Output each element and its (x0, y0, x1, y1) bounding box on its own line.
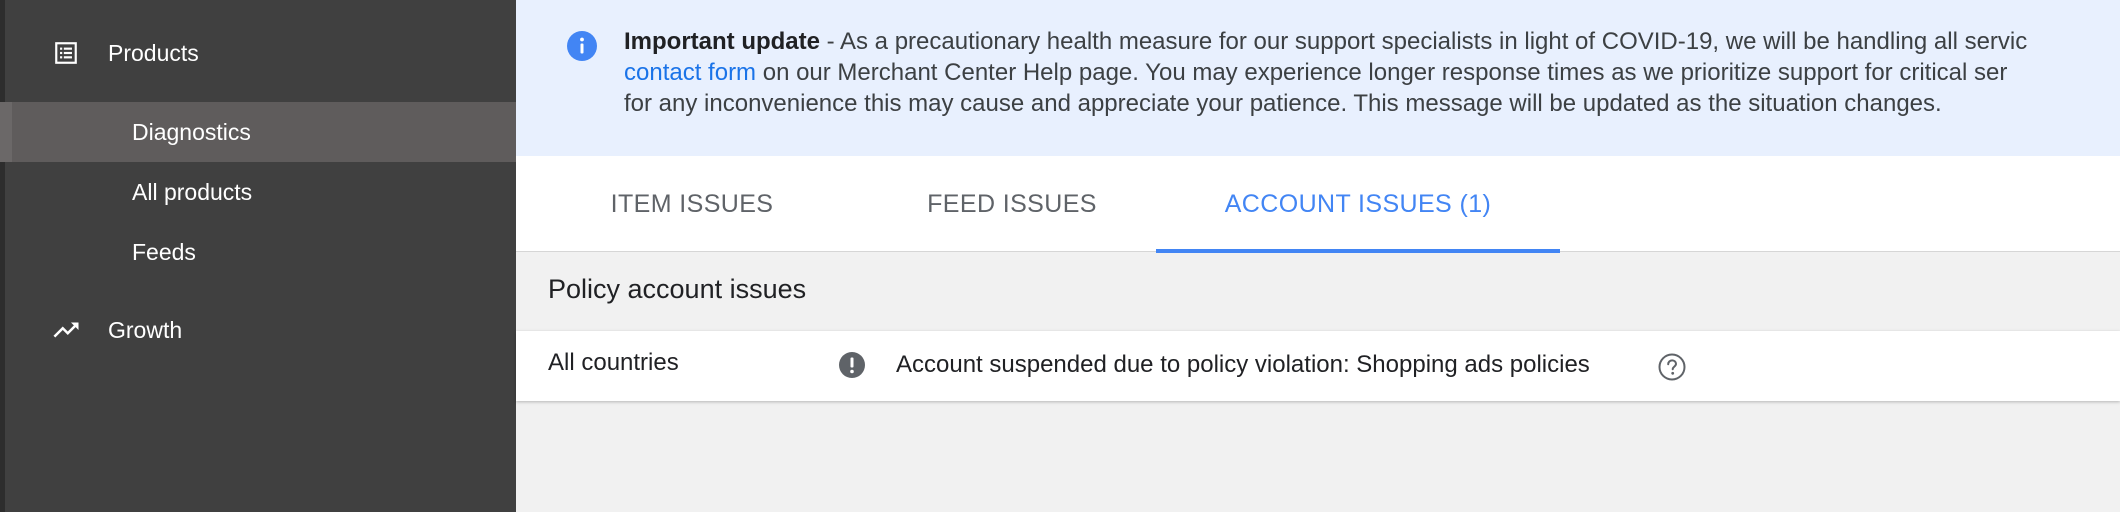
trending-up-icon (50, 314, 82, 346)
list-icon (50, 37, 82, 69)
banner-line-1: Important update - As a precautionary he… (624, 26, 2120, 57)
sidebar-item-feeds[interactable]: Feeds (0, 222, 516, 282)
sidebar-item-label: Feeds (132, 238, 196, 265)
diagnostics-tabs: ITEM ISSUES FEED ISSUES ACCOUNT ISSUES (… (516, 156, 2120, 253)
banner-text: on our Merchant Center Help page. You ma… (756, 59, 2008, 86)
tab-item-issues[interactable]: ITEM ISSUES (548, 156, 836, 252)
main-content: Important update - As a precautionary he… (516, 0, 2120, 512)
banner-title: Important update (624, 28, 820, 55)
app: Products Diagnostics All products Feeds … (0, 0, 2120, 512)
issue-description: Account suspended due to policy violatio… (896, 351, 1590, 378)
tab-feed-issues[interactable]: FEED ISSUES (868, 156, 1156, 252)
sidebar: Products Diagnostics All products Feeds … (0, 0, 516, 512)
sidebar-section-growth[interactable]: Growth (0, 300, 516, 360)
account-issue-row: All countries Account suspended due to p… (516, 331, 2120, 401)
active-tab-indicator (1156, 249, 1560, 253)
covid-update-banner: Important update - As a precautionary he… (516, 0, 2120, 156)
sidebar-item-diagnostics[interactable]: Diagnostics (0, 102, 516, 162)
banner-line-2: contact form on our Merchant Center Help… (624, 57, 2120, 88)
sidebar-section-label: Products (108, 39, 199, 66)
contact-form-link[interactable]: contact form (624, 59, 756, 86)
issue-region: All countries (548, 349, 679, 376)
tab-account-issues[interactable]: ACCOUNT ISSUES (1) (1156, 156, 1560, 253)
section-title: Policy account issues (548, 274, 807, 304)
tab-label: FEED ISSUES (927, 189, 1097, 218)
help-icon[interactable] (1657, 352, 1687, 382)
sidebar-section-label: Growth (108, 316, 183, 343)
tab-label: ITEM ISSUES (610, 189, 774, 218)
sidebar-item-label: Diagnostics (132, 118, 251, 145)
banner-message: Important update - As a precautionary he… (624, 26, 2120, 119)
alert-icon (838, 351, 866, 379)
sidebar-section-products[interactable]: Products (0, 23, 516, 83)
banner-line-3: for any inconvenience this may cause and… (624, 90, 1942, 117)
tab-label: ACCOUNT ISSUES (1) (1224, 189, 1492, 218)
sidebar-item-label: All products (132, 178, 253, 205)
info-icon (566, 30, 598, 62)
banner-text: - As a precautionary health measure for … (820, 28, 2028, 55)
sidebar-item-all-products[interactable]: All products (0, 162, 516, 222)
